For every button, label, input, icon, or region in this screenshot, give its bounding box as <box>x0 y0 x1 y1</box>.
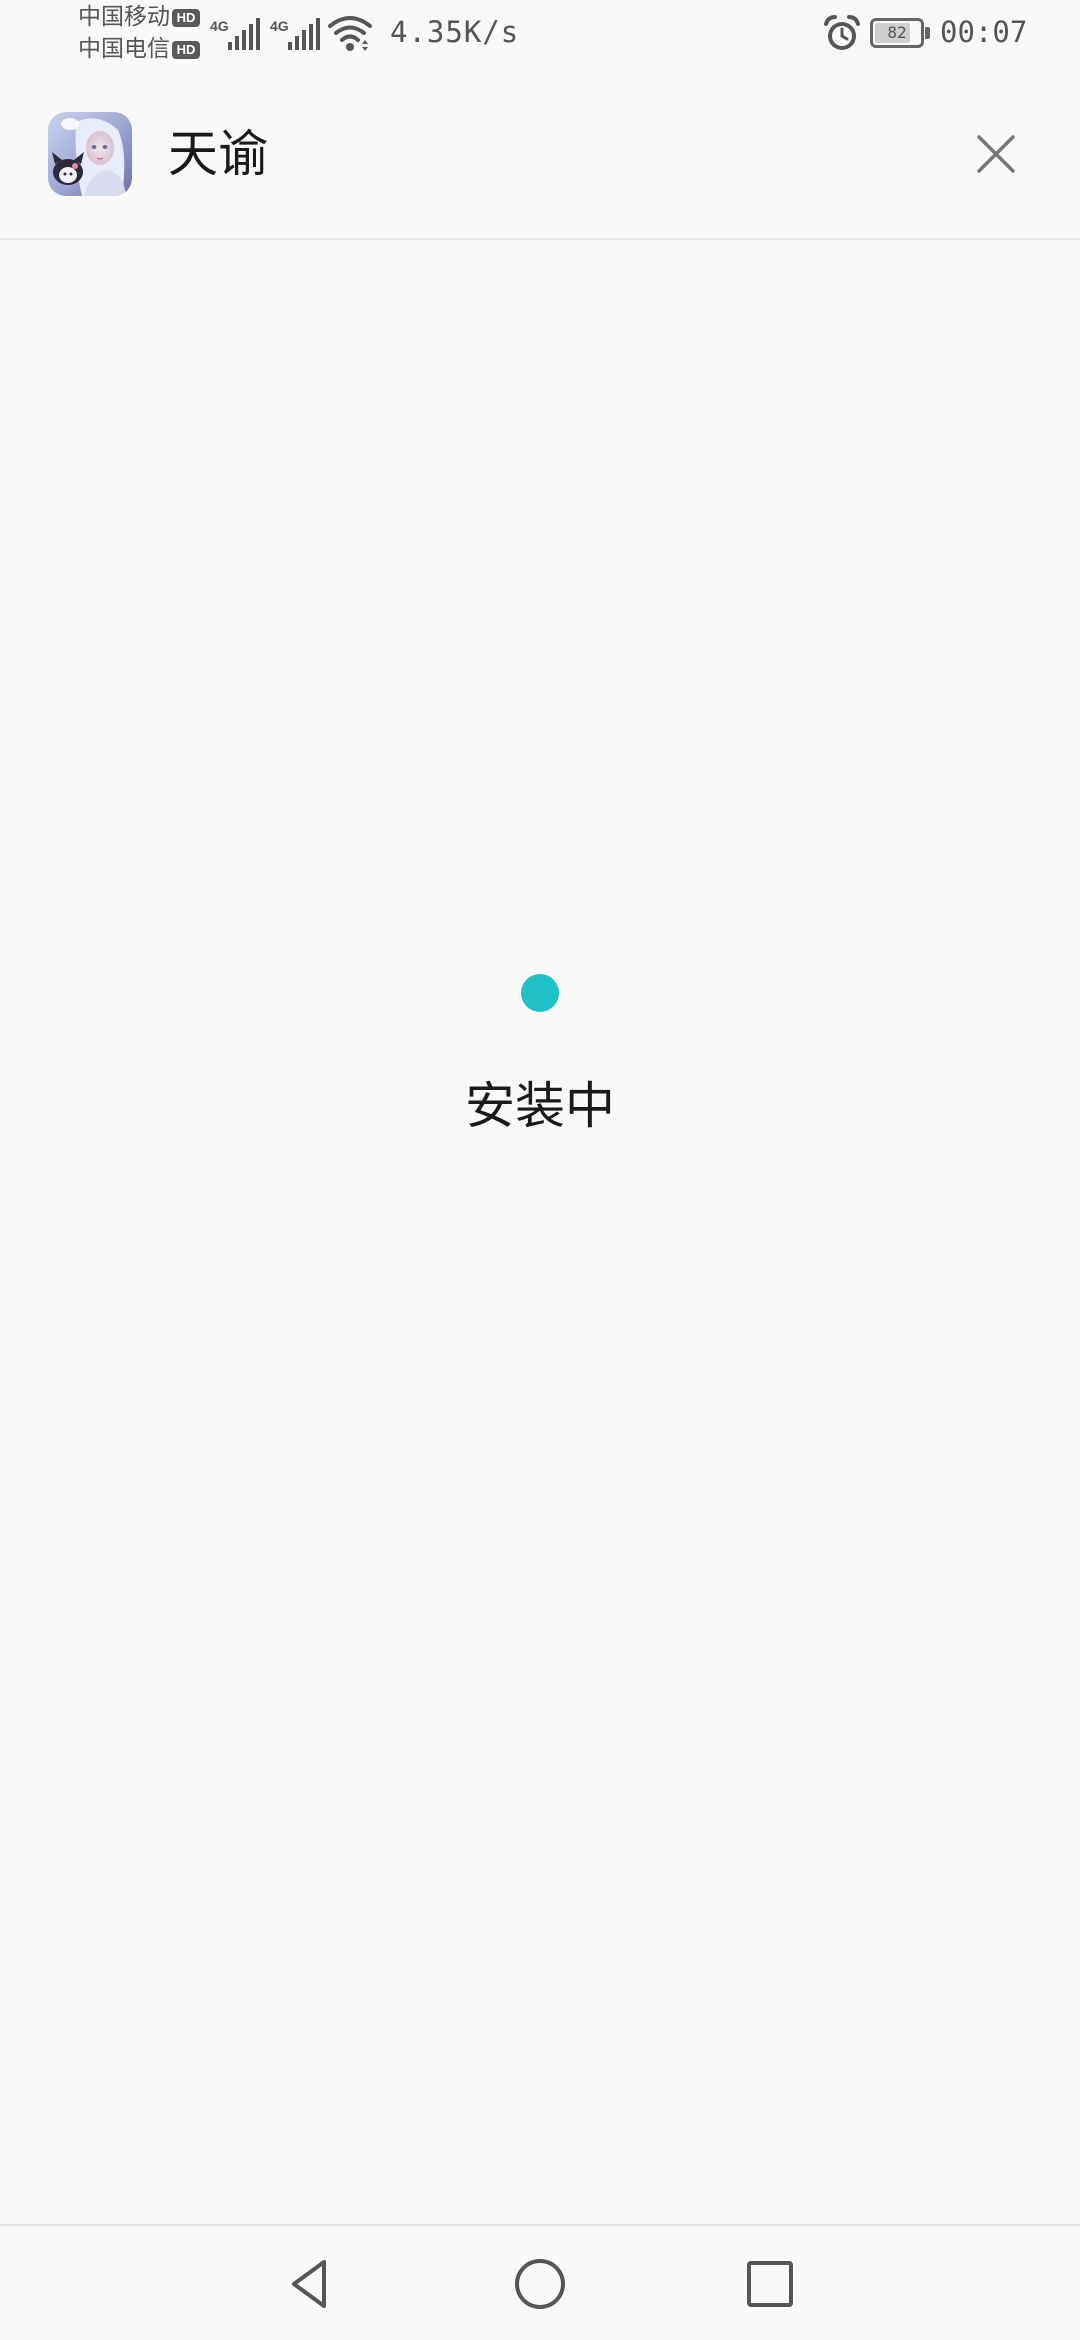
status-bar: 中国移动 HD 中国电信 HD 4G 4G 4.35K/s 82 00:07 <box>0 0 1080 66</box>
carrier-info: 中国移动 HD 中国电信 HD <box>78 2 202 66</box>
net-speed: 4.35K/s <box>390 15 520 49</box>
carrier-name: 中国电信 <box>78 36 170 62</box>
carrier-name: 中国移动 <box>78 4 170 30</box>
home-icon[interactable] <box>510 2254 570 2314</box>
back-icon[interactable] <box>280 2254 340 2314</box>
clock: 00:07 <box>940 15 1028 49</box>
app-title: 天谕 <box>168 125 268 183</box>
wifi-icon <box>328 16 372 51</box>
battery-icon: 82 <box>870 18 932 50</box>
app-icon <box>48 112 132 196</box>
app-header: 天谕 <box>0 66 1080 240</box>
signal-bars-icon <box>288 18 320 50</box>
install-screen: 中国移动 HD 中国电信 HD 4G 4G 4.35K/s 82 00:07 天… <box>0 0 1080 2340</box>
alarm-icon <box>824 15 860 50</box>
progress-indicator <box>521 974 559 1012</box>
install-status-text: 安装中 <box>465 1077 615 1135</box>
carrier-row-2: 中国电信 HD <box>78 34 202 66</box>
hd-badge: HD <box>172 41 200 59</box>
battery-body: 82 <box>870 18 924 48</box>
close-icon[interactable] <box>966 124 1026 184</box>
signal-bars-icon <box>228 18 260 50</box>
carrier-row-1: 中国移动 HD <box>78 2 202 34</box>
recents-icon[interactable] <box>740 2254 800 2314</box>
battery-tip <box>925 27 930 39</box>
battery-level: 82 <box>887 23 907 42</box>
hd-badge: HD <box>172 9 200 27</box>
navigation-bar <box>0 2224 1080 2340</box>
app-icon-image <box>48 112 132 196</box>
